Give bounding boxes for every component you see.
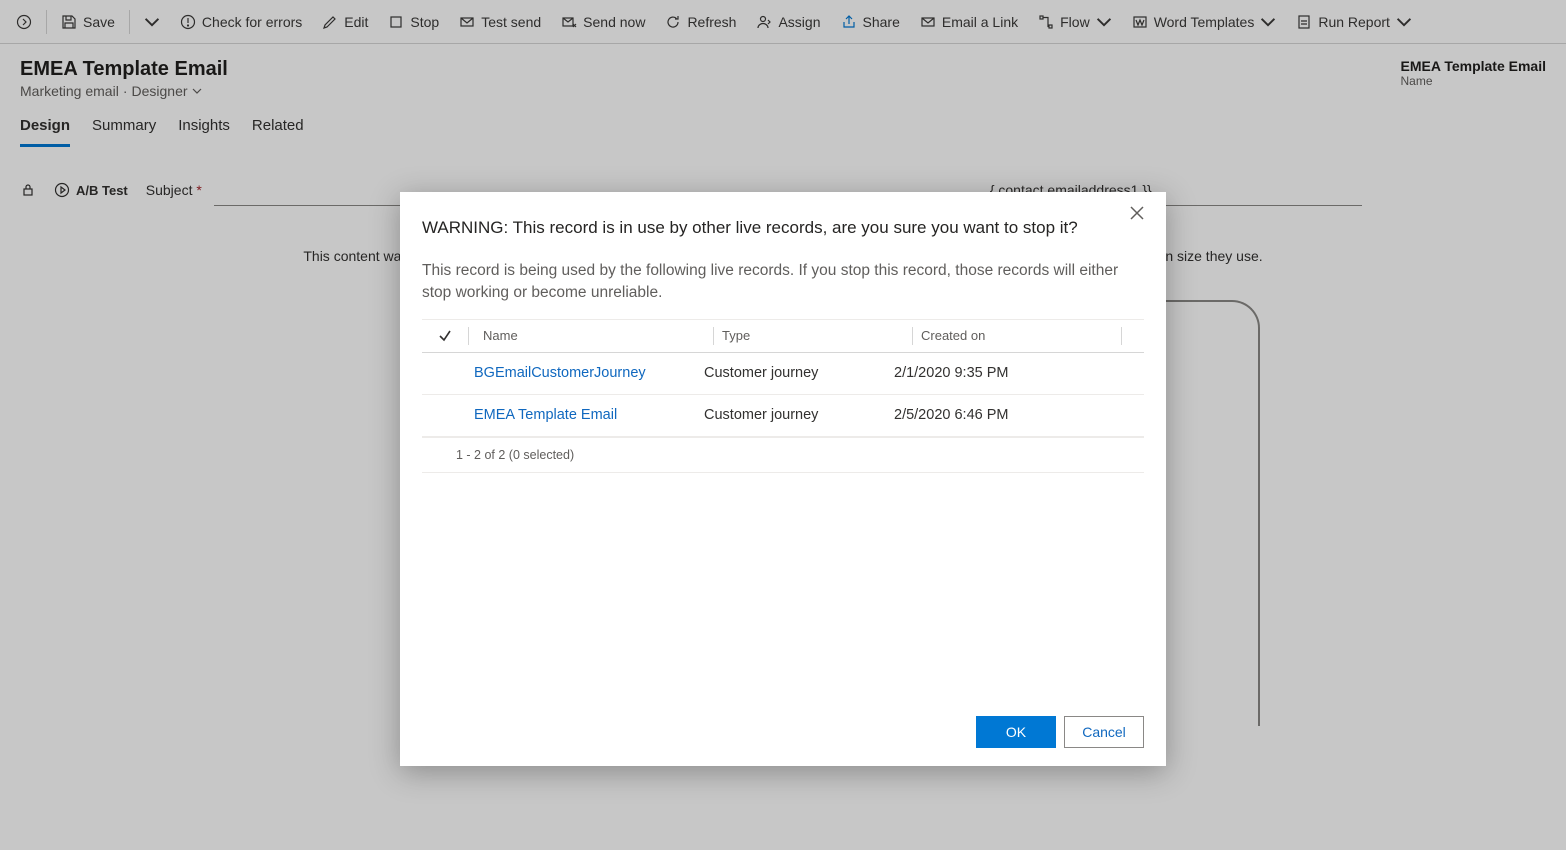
col-type[interactable]: Type xyxy=(722,328,912,343)
row-type: Customer journey xyxy=(704,365,894,381)
grid-row[interactable]: EMEA Template Email Customer journey 2/5… xyxy=(422,395,1144,437)
col-name[interactable]: Name xyxy=(477,328,713,343)
grid-header: Name Type Created on xyxy=(422,319,1144,353)
grid-row[interactable]: BGEmailCustomerJourney Customer journey … xyxy=(422,353,1144,395)
dialog-title: WARNING: This record is in use by other … xyxy=(422,218,1144,238)
row-name-link[interactable]: BGEmailCustomerJourney xyxy=(474,365,646,381)
row-created: 2/5/2020 6:46 PM xyxy=(894,407,1094,423)
cancel-button[interactable]: Cancel xyxy=(1064,716,1144,748)
select-all-checkbox[interactable] xyxy=(422,329,468,343)
records-grid: Name Type Created on BGEmailCustomerJour… xyxy=(422,319,1144,438)
row-created: 2/1/2020 9:35 PM xyxy=(894,365,1094,381)
row-type: Customer journey xyxy=(704,407,894,423)
modal-overlay: WARNING: This record is in use by other … xyxy=(0,0,1566,850)
warning-dialog: WARNING: This record is in use by other … xyxy=(400,192,1166,766)
dialog-actions: OK Cancel xyxy=(422,696,1144,748)
dialog-body: This record is being used by the followi… xyxy=(422,260,1144,305)
row-name-link[interactable]: EMEA Template Email xyxy=(474,407,617,423)
grid-pager: 1 - 2 of 2 (0 selected) xyxy=(422,438,1144,473)
close-icon xyxy=(1130,206,1144,220)
ok-button[interactable]: OK xyxy=(976,716,1056,748)
col-created[interactable]: Created on xyxy=(921,328,1121,343)
close-button[interactable] xyxy=(1130,206,1150,226)
